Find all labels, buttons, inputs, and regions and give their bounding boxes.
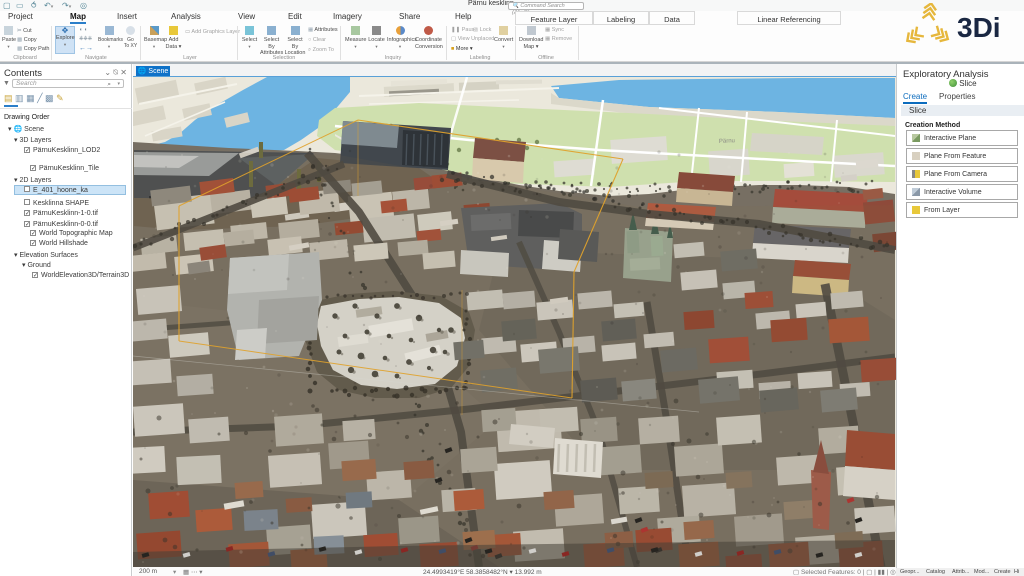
svg-text:Pärnu: Pärnu	[719, 138, 735, 145]
svg-text:3Di: 3Di	[957, 12, 1001, 43]
